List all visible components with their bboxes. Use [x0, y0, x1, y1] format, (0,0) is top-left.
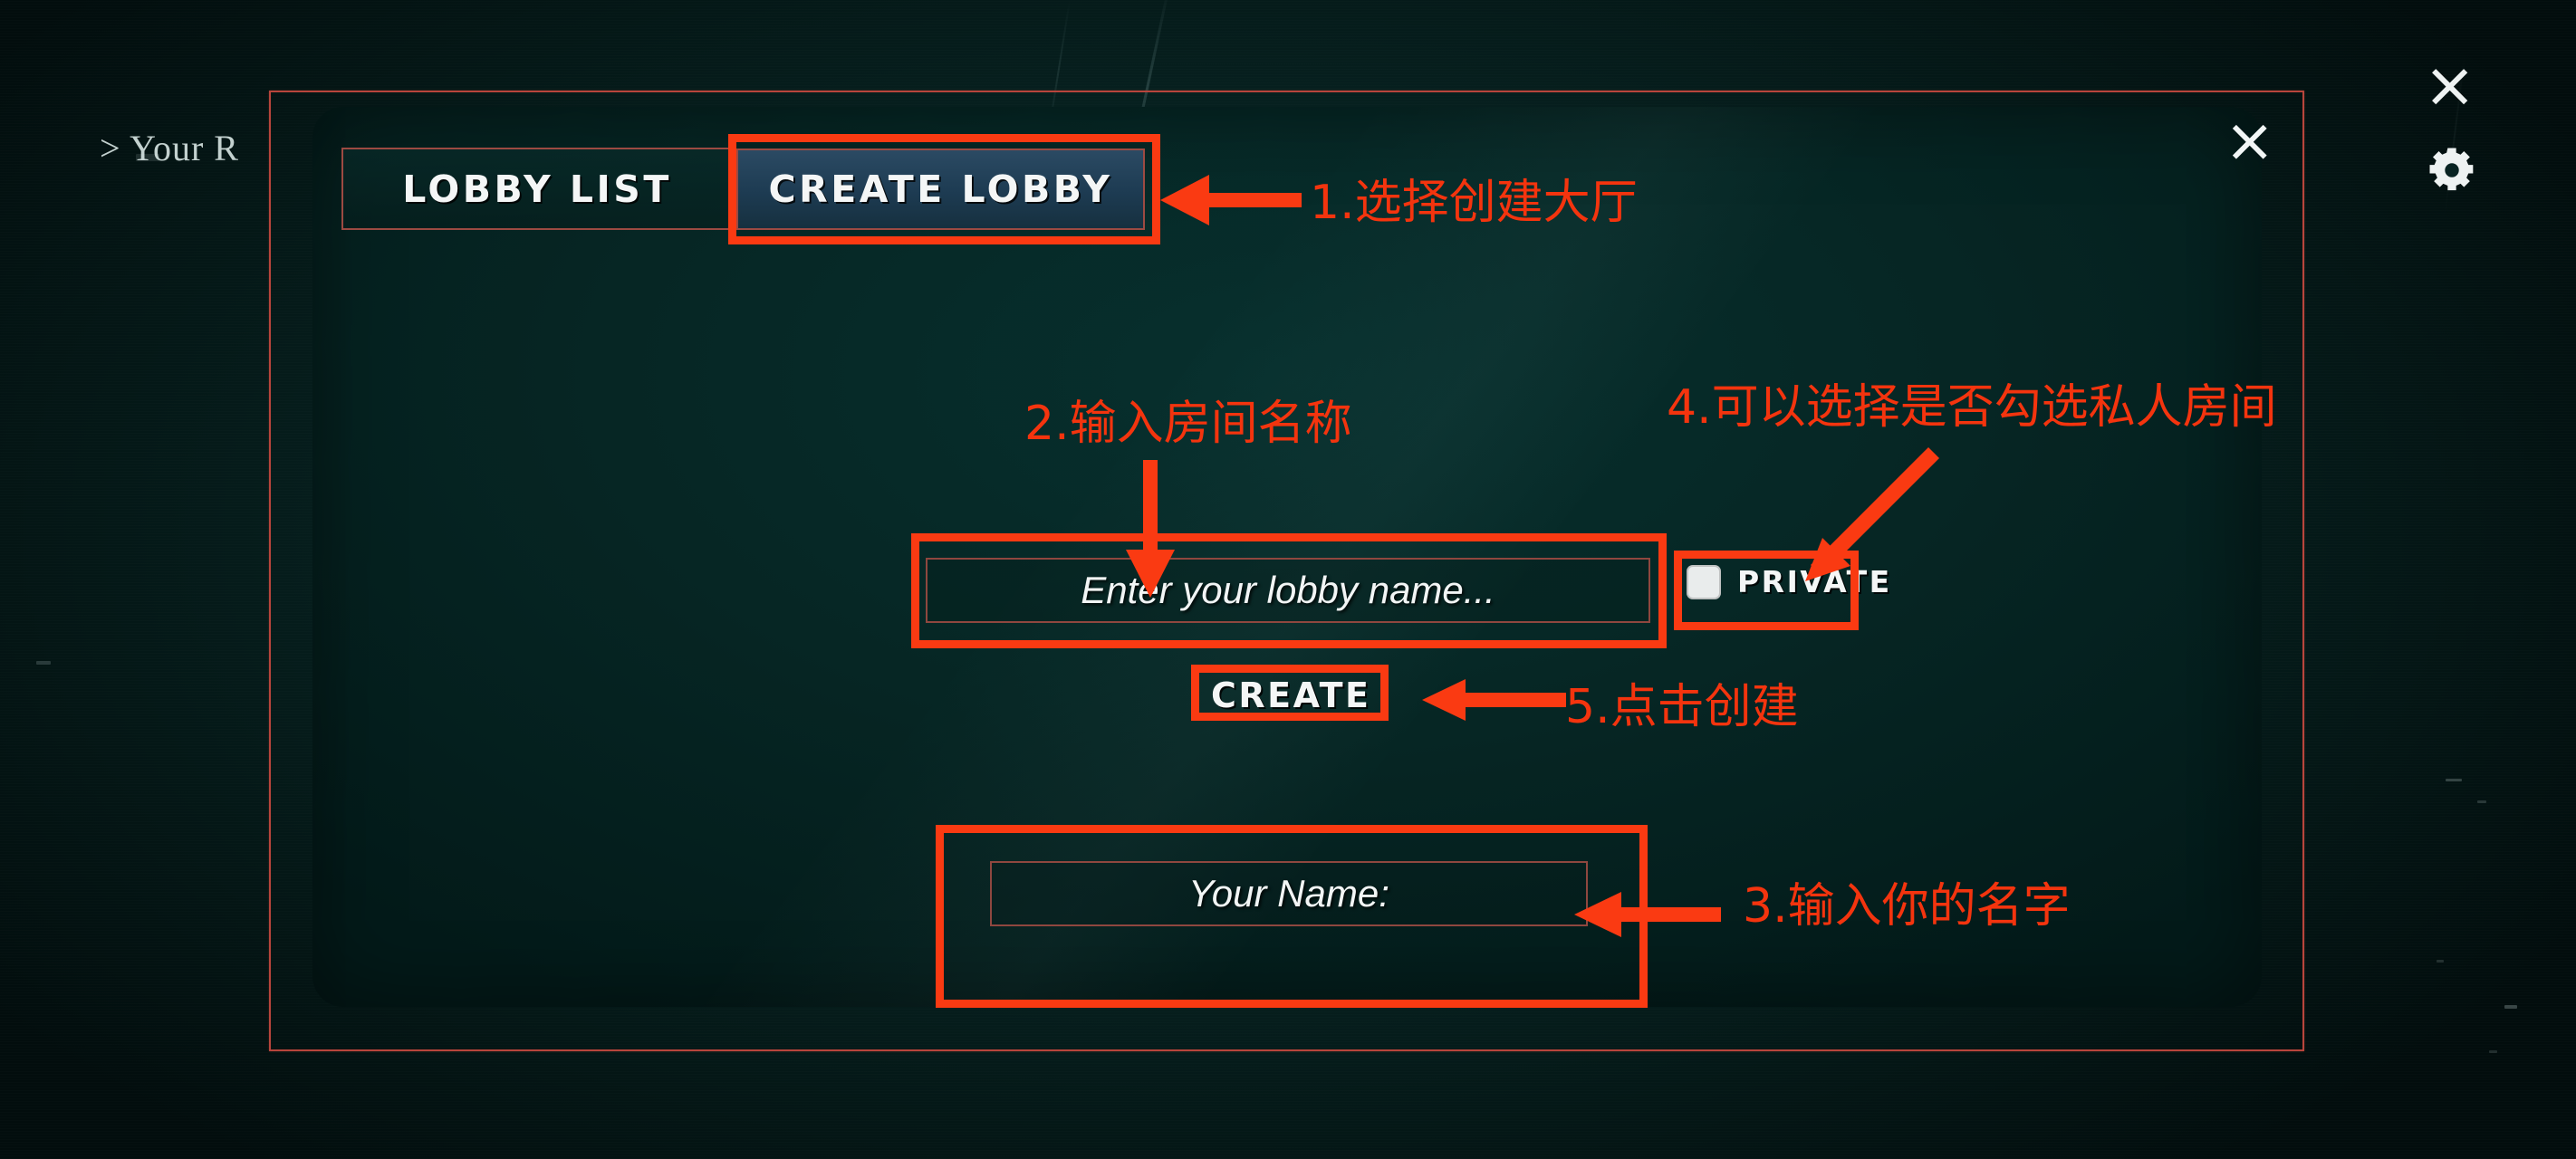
lobby-name-input[interactable]: Enter your lobby name... — [926, 558, 1650, 623]
tab-lobby-list[interactable]: LOBBY LIST — [341, 148, 733, 230]
game-screen: > Your R LOBBY LIST CREATE LOBBY Enter y… — [0, 0, 2576, 1159]
tab-create-lobby[interactable]: CREATE LOBBY — [736, 148, 1145, 230]
lobby-name-placeholder: Enter your lobby name... — [1081, 569, 1495, 611]
window-close-button[interactable] — [2420, 57, 2484, 120]
close-icon — [2232, 124, 2267, 159]
modal-close-button[interactable] — [2224, 116, 2280, 172]
your-name-input[interactable]: Your Name: — [990, 861, 1588, 926]
gear-icon — [2429, 148, 2474, 191]
hud-room-label: > Your R — [100, 128, 239, 168]
private-checkbox-box[interactable] — [1687, 564, 1721, 599]
create-button[interactable]: CREATE — [1200, 672, 1381, 719]
tab-create-lobby-label: CREATE LOBBY — [768, 168, 1113, 211]
your-name-placeholder: Your Name: — [1188, 872, 1389, 915]
create-button-label: CREATE — [1211, 675, 1371, 715]
private-checkbox[interactable]: PRIVATE — [1687, 564, 1892, 599]
tab-lobby-list-label: LOBBY LIST — [402, 167, 672, 211]
private-checkbox-label: PRIVATE — [1737, 564, 1892, 599]
window-settings-button[interactable] — [2420, 139, 2484, 202]
close-icon — [2432, 69, 2468, 105]
